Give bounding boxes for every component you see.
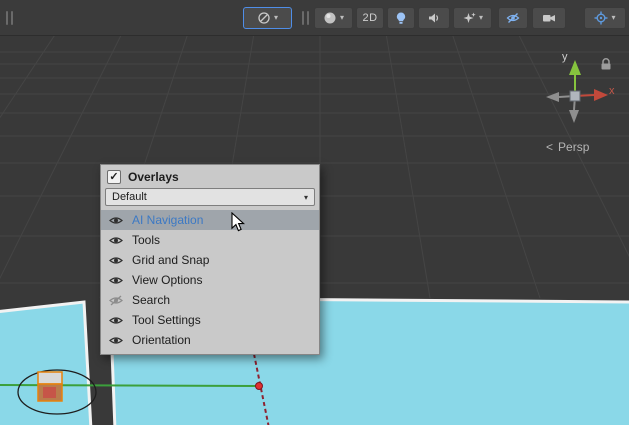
audio-toggle[interactable]	[418, 7, 450, 29]
eye-icon	[109, 235, 123, 246]
chevron-down-icon: ▾	[611, 14, 615, 22]
lock-icon[interactable]	[599, 57, 613, 71]
mode-2d-toggle[interactable]: 2D	[356, 7, 384, 29]
effects-dropdown[interactable]: ▾	[453, 7, 492, 29]
overlay-item-orientation[interactable]: Orientation	[101, 330, 319, 350]
gizmo-y-axis-cone[interactable]	[569, 60, 581, 75]
eye-icon	[109, 275, 123, 286]
eye-off-icon	[109, 295, 123, 306]
mode-2d-label: 2D	[362, 12, 377, 24]
projection-toggle[interactable]: < Persp	[546, 140, 589, 154]
overlays-title: Overlays	[128, 170, 179, 184]
speaker-icon	[427, 11, 441, 25]
lightbulb-icon	[394, 11, 408, 25]
camera-settings-button[interactable]	[532, 7, 566, 29]
overlay-preset-dropdown[interactable]: Default ▾	[105, 188, 315, 206]
overlay-item-search[interactable]: Search	[101, 290, 319, 310]
compass-icon	[257, 11, 271, 25]
navmesh-surface-left	[0, 302, 91, 425]
chevron-down-icon: ▾	[340, 14, 344, 22]
chevron-down-icon: ▾	[479, 14, 483, 22]
view-tool-dropdown[interactable]: ▾	[243, 7, 292, 29]
overlays-header: ✓ Overlays	[101, 165, 319, 187]
eye-icon	[109, 215, 123, 226]
overlay-item-tool-settings[interactable]: Tool Settings	[101, 310, 319, 330]
toolbar-drag-handle[interactable]	[302, 11, 309, 25]
scene-toolbar: ▾ ▾ 2D	[0, 0, 629, 36]
overlay-item-view-options[interactable]: View Options	[101, 270, 319, 290]
nav-path-point	[256, 383, 263, 390]
eye-icon	[109, 255, 123, 266]
gizmo-x-label: x	[609, 85, 615, 97]
selected-prop[interactable]	[38, 372, 62, 401]
eye-icon	[109, 315, 123, 326]
chevron-down-icon: ▾	[274, 14, 278, 22]
gizmo-center-cube[interactable]	[570, 91, 580, 101]
sparkle-icon	[462, 11, 476, 25]
scene-visibility-toggle[interactable]	[498, 7, 528, 29]
overlays-list: AI Navigation Tools Grid and Snap	[101, 210, 319, 350]
overlay-drag-handle[interactable]	[6, 11, 13, 25]
overlay-item-grid-and-snap[interactable]: Grid and Snap	[101, 250, 319, 270]
lighting-toggle[interactable]	[387, 7, 415, 29]
overlay-preset-value: Default	[112, 191, 147, 203]
persp-label: Persp	[558, 140, 589, 154]
overlays-popup: ✓ Overlays Default ▾ AI Navigation Tools	[100, 164, 320, 355]
eye-icon	[109, 335, 123, 346]
gizmo-x-axis-cone[interactable]	[594, 89, 608, 101]
unity-scene-view: y x < Persp ▾ ▾	[0, 0, 629, 425]
gizmo-neg-x-cone[interactable]	[546, 92, 559, 102]
overlays-enabled-checkbox[interactable]: ✓	[107, 170, 121, 184]
draw-mode-dropdown[interactable]: ▾	[314, 7, 353, 29]
persp-collapse-icon: <	[546, 140, 553, 154]
eye-hidden-icon	[506, 11, 520, 25]
overlay-item-tools[interactable]: Tools	[101, 230, 319, 250]
chevron-down-icon: ▾	[304, 193, 308, 202]
gizmo-y-label: y	[562, 51, 568, 63]
component-tools-dropdown[interactable]: ▾	[584, 7, 626, 29]
gizmo-z-axis-cone[interactable]	[569, 110, 579, 123]
camera-icon	[542, 11, 556, 25]
overlay-item-ai-navigation[interactable]: AI Navigation	[101, 210, 319, 230]
sphere-icon	[323, 11, 337, 25]
crosshair-icon	[594, 11, 608, 25]
